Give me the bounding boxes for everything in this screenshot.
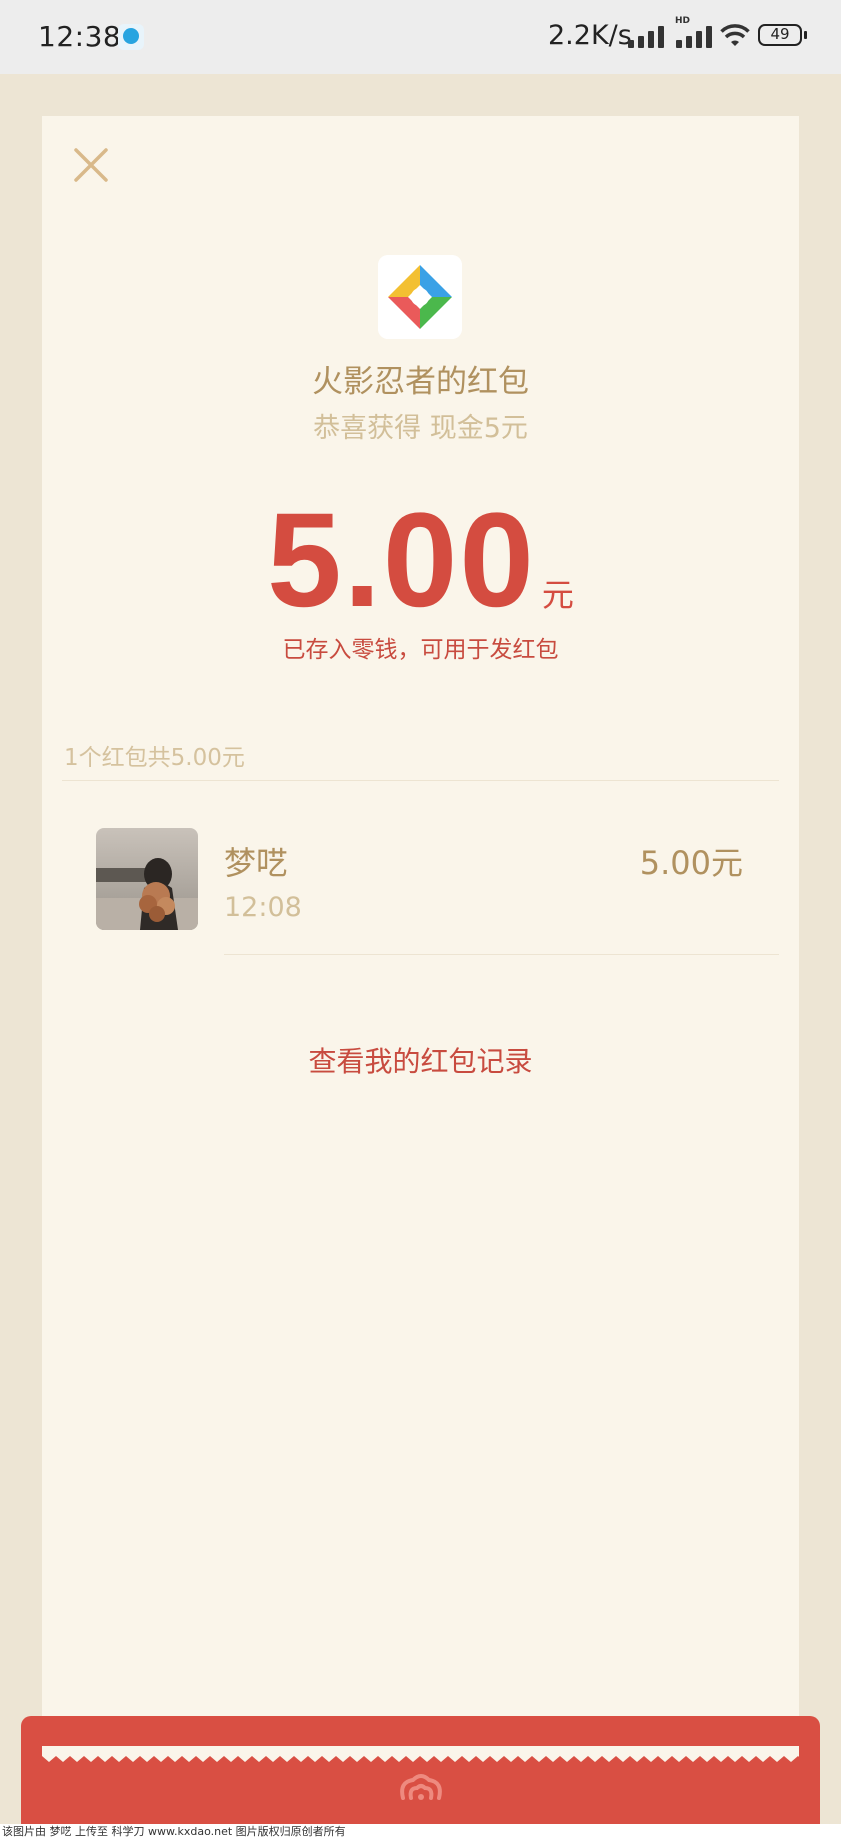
record-name: 梦呓	[224, 844, 289, 882]
watermark-text: 该图片由 梦呓 上传至 科学刀 www.kxdao.net 图片版权归原创者所有	[0, 1824, 841, 1839]
cellular-signal-2-icon	[676, 26, 714, 48]
network-speed: 2.2K/s	[548, 20, 632, 51]
summary-divider	[62, 780, 779, 781]
packet-summary: 1个红包共5.00元	[64, 745, 245, 771]
avatar[interactable]	[96, 828, 198, 930]
card-zigzag-edge	[42, 1746, 799, 1762]
cloud-logo-icon	[400, 1774, 442, 1800]
cellular-signal-icon	[628, 26, 666, 48]
status-time: 12:38	[38, 20, 122, 53]
record-divider	[224, 954, 779, 955]
amount-unit: 元	[541, 576, 574, 614]
record-amount: 5.00元	[639, 844, 743, 882]
record-time: 12:08	[224, 892, 302, 923]
sender-logo-icon	[378, 255, 462, 339]
red-packet-footer	[21, 1716, 820, 1824]
wifi-icon	[720, 24, 750, 46]
status-bar: 12:38 2.2K/s HD 49	[0, 0, 841, 74]
received-amount: 5.00	[267, 486, 536, 635]
hd-label: HD	[675, 16, 691, 26]
sender-title: 火影忍者的红包	[312, 364, 529, 400]
amount-display: 5.00 元	[42, 484, 799, 637]
greeting-text: 恭喜获得 现金5元	[313, 413, 528, 444]
red-packet-card: 火影忍者的红包 恭喜获得 现金5元 5.00 元 已存入零钱，可用于发红包 1个红…	[42, 116, 799, 1766]
battery-icon: 49	[758, 24, 807, 46]
view-records-link[interactable]: 查看我的红包记录	[42, 1040, 799, 1080]
stored-note: 已存入零钱，可用于发红包	[282, 637, 559, 663]
close-icon[interactable]	[72, 146, 110, 184]
notification-app-icon	[118, 24, 144, 50]
